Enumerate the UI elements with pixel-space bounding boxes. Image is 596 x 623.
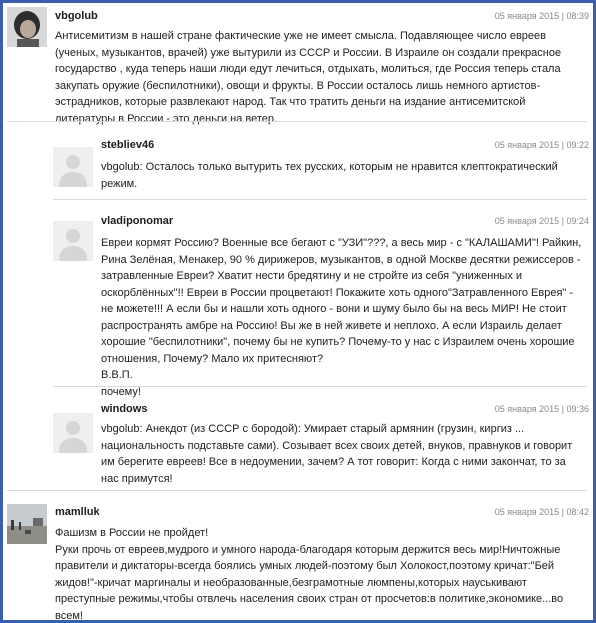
comment-paragraph: Фашизм в России не пройдет! [55, 527, 209, 539]
comment-paragraph: Руки прочь от евреев,мудрого и умного на… [55, 543, 564, 622]
comments-panel: vbgolub 05 января 2015 | 08:39 Антисемит… [0, 0, 596, 623]
avatar[interactable] [7, 504, 47, 544]
comment-author[interactable]: mamlluk [55, 506, 100, 518]
comment-text: Фашизм в России не пройдет! Руки прочь о… [55, 525, 587, 622]
comment-date: 05 января 2015 | 08:42 [494, 507, 589, 517]
comment: mamlluk 05 января 2015 | 08:42 Фашизм в … [3, 3, 593, 620]
landscape-photo-icon [7, 504, 47, 544]
